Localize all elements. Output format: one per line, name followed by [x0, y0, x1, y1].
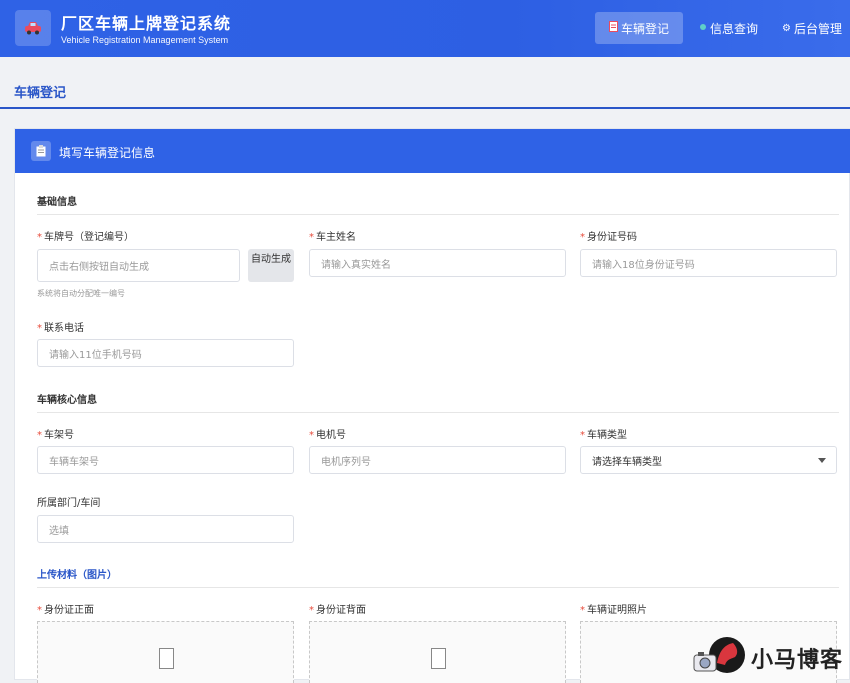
auto-generate-button[interactable]: 自动生成: [248, 249, 294, 282]
card-header: 填写车辆登记信息: [15, 129, 850, 173]
card-title: 填写车辆登记信息: [59, 146, 156, 160]
owner-name-input[interactable]: 请输入真实姓名: [309, 249, 566, 277]
section-divider: [37, 587, 839, 588]
phone-input[interactable]: 请输入11位手机号码: [37, 339, 294, 367]
plate-number-input[interactable]: 点击右侧按钮自动生成: [37, 249, 240, 282]
phone-label: * 联系电话: [37, 323, 84, 334]
nav-label: 后台管理: [793, 21, 842, 36]
search-dot-icon: [699, 23, 707, 34]
top-nav: 车辆登记 信息查询 ⚙ 后台管理: [587, 12, 850, 44]
section-upload: 上传材料（图片）: [37, 570, 117, 581]
frame-number-input[interactable]: 车辆车架号: [37, 446, 294, 474]
section-divider: [37, 214, 839, 215]
watermark: 小马博客: [693, 637, 843, 677]
horse-logo-icon: [693, 637, 745, 673]
upload-label-vehicle-photo: * 车辆证明照片: [580, 605, 647, 616]
upload-label-id-front: * 身份证正面: [37, 605, 94, 616]
department-input[interactable]: 选填: [37, 515, 294, 543]
car-icon: [15, 10, 51, 46]
id-number-input[interactable]: 请输入18位身份证号码: [580, 249, 837, 277]
department-label: 所属部门/车间: [37, 498, 101, 509]
app-header: 厂区车辆上牌登记系统 Vehicle Registration Manageme…: [0, 0, 850, 57]
image-placeholder-icon: [159, 648, 174, 669]
nav-label: 车辆登记: [620, 21, 669, 36]
app-subtitle: Vehicle Registration Management System: [61, 35, 229, 45]
section-core-info: 车辆核心信息: [37, 395, 97, 406]
frame-label: * 车架号: [37, 430, 74, 441]
upload-id-back[interactable]: [309, 621, 566, 683]
page-title: 车辆登记: [14, 86, 67, 101]
upload-label-id-back: * 身份证背面: [309, 605, 366, 616]
nav-vehicle-registration[interactable]: 车辆登记: [594, 12, 683, 44]
owner-label: * 车主姓名: [309, 232, 356, 243]
engine-number-input[interactable]: 电机序列号: [309, 446, 566, 474]
registration-form-card: 填写车辆登记信息 基础信息 * 车牌号（登记编号） 点击右侧按钮自动生成 自动生成…: [14, 128, 850, 683]
plate-label: * 车牌号（登记编号）: [37, 232, 134, 243]
section-divider: [37, 412, 839, 413]
upload-id-front[interactable]: [37, 621, 294, 683]
nav-label: 信息查询: [710, 21, 759, 36]
nav-info-query[interactable]: 信息查询: [691, 12, 766, 44]
engine-label: * 电机号: [309, 430, 346, 441]
gear-icon: ⚙: [782, 22, 791, 34]
document-icon: [608, 21, 618, 35]
page-title-divider: [0, 107, 850, 109]
nav-admin[interactable]: ⚙ 后台管理: [774, 12, 850, 44]
clipboard-icon: [31, 141, 51, 161]
chevron-down-icon: [818, 458, 826, 463]
section-basic-info: 基础信息: [37, 197, 77, 208]
app-title: 厂区车辆上牌登记系统: [61, 14, 232, 33]
vehicle-type-label: * 车辆类型: [580, 430, 627, 441]
id-number-label: * 身份证号码: [580, 232, 637, 243]
watermark-text: 小马博客: [751, 648, 844, 673]
plate-hint: 系统将自动分配唯一编号: [37, 289, 125, 298]
vehicle-type-select[interactable]: 请选择车辆类型: [580, 446, 837, 474]
image-placeholder-icon: [431, 648, 446, 669]
